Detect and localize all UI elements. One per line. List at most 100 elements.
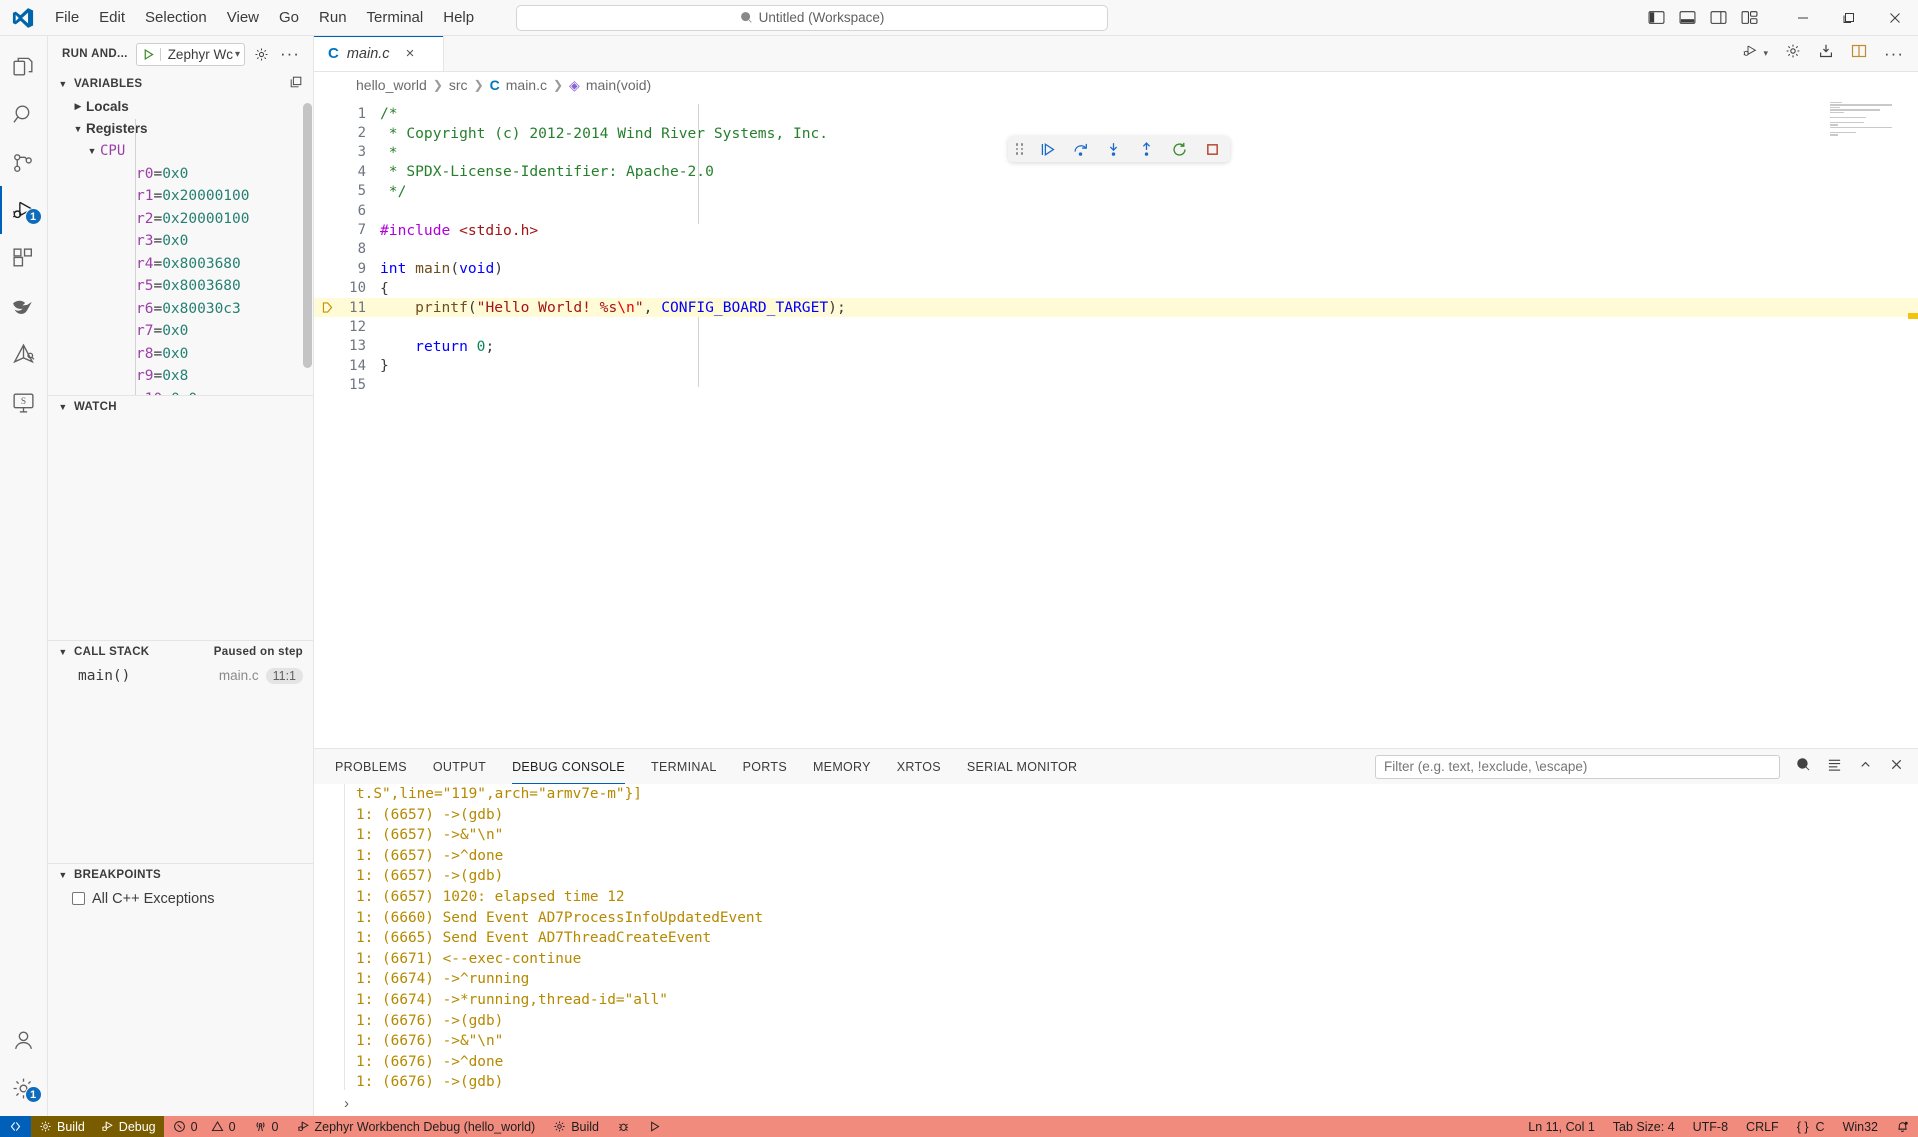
step-out-button[interactable] [1137,140,1156,159]
register-row[interactable]: r6 = 0x80030c3 [48,298,313,321]
command-center-search[interactable]: Untitled (Workspace) [516,5,1108,31]
variables-cpu-row[interactable]: ▼ CPU [48,140,313,163]
register-row[interactable]: r1 = 0x20000100 [48,185,313,208]
statusbar-tab-size[interactable]: Tab Size: 4 [1604,1116,1684,1137]
register-row[interactable]: r4 = 0x8003680 [48,253,313,276]
menu-run[interactable]: Run [310,6,356,29]
code-line[interactable]: 14} [314,356,1918,375]
code-line[interactable]: 7#include <stdio.h> [314,220,1918,239]
variables-tree[interactable]: ▶ Locals ▼ Registers ▼ CPU r0 = 0x0r1 = … [48,95,313,395]
breadcrumb-hello-world[interactable]: hello_world [356,77,427,93]
breakpoints-list[interactable]: All C++ Exceptions [48,886,313,911]
callstack-list[interactable]: main() main.c 11:1 [48,663,313,863]
split-editor-icon[interactable] [1851,43,1867,64]
panel-tab-debug-console[interactable]: DEBUG CONSOLE [499,749,638,784]
stop-button[interactable] [1203,140,1222,159]
launch-configuration-selector[interactable]: Zephyr Wc ▾ [136,43,245,66]
register-row[interactable]: r7 = 0x0 [48,320,313,343]
menu-go[interactable]: Go [270,6,308,29]
layout-controls[interactable] [1648,9,1758,26]
watch-list[interactable] [48,418,313,640]
clear-console-icon[interactable] [1827,757,1842,777]
remote-window-button[interactable] [0,1116,31,1137]
step-into-button[interactable] [1104,140,1123,159]
status-bar[interactable]: Build Debug 0 0 0 Zephyr Workbench Debug… [0,1116,1918,1137]
code-line[interactable]: 9int main(void) [314,259,1918,278]
panel-tab-terminal[interactable]: TERMINAL [638,749,730,784]
statusbar-run-button[interactable] [639,1116,670,1137]
section-variables-header[interactable]: ▼ VARIABLES [48,72,313,95]
panel-tabs[interactable]: PROBLEMS OUTPUT DEBUG CONSOLE TERMINAL P… [314,749,1918,784]
code-line[interactable]: 12 [314,317,1918,336]
activitybar-source-control[interactable] [0,138,48,186]
maximize-panel-icon[interactable] [1858,757,1873,777]
zephyr-build-debug-group[interactable]: Build Debug [31,1116,164,1137]
chevron-down-icon[interactable]: ▾ [1763,48,1768,59]
activitybar-run-and-debug[interactable]: 1 [0,186,48,234]
activitybar-extensions[interactable] [0,234,48,282]
code-text[interactable]: return 0; [380,338,494,355]
menu-view[interactable]: View [218,6,268,29]
activitybar-accounts[interactable] [0,1016,48,1064]
register-row[interactable]: r9 = 0x8 [48,365,313,388]
editor-tabs-bar[interactable]: C main.c × ▾ ··· [314,36,1918,72]
variables-scrollbar[interactable] [303,103,312,368]
editor-tab-main-c[interactable]: C main.c × [314,36,444,71]
debug-console-output[interactable]: t.S",line="119",arch="armv7e-m"}]1: (665… [314,784,1918,1090]
code-text[interactable]: * SPDX-License-Identifier: Apache-2.0 [380,163,714,180]
variables-locals-row[interactable]: ▶ Locals [48,95,313,118]
run-or-debug-icon[interactable] [1742,43,1758,64]
drag-handle-icon[interactable] [1016,143,1024,154]
code-text[interactable]: * Copyright (c) 2012-2014 Wind River Sys… [380,125,828,142]
code-line[interactable]: 15 [314,375,1918,394]
menu-file[interactable]: File [46,6,88,29]
breakpoint-row[interactable]: All C++ Exceptions [48,886,313,911]
breadcrumb[interactable]: hello_world ❯ src ❯ C main.c ❯ ◈ main(vo… [314,72,1918,98]
flash-download-icon[interactable] [1818,43,1834,64]
breadcrumb-src[interactable]: src [449,77,468,93]
menu-help[interactable]: Help [434,6,483,29]
code-line[interactable]: 8 [314,240,1918,259]
statusbar-language-mode[interactable]: { } C [1788,1116,1834,1137]
debug-toolbar[interactable] [1008,136,1230,162]
open-launch-json-button[interactable] [251,47,273,62]
statusbar-build-task[interactable]: Build [544,1116,608,1137]
code-text[interactable]: printf("Hello World! %s\n", CONFIG_BOARD… [380,299,846,316]
editor-actions[interactable]: ▾ ··· [1742,36,1918,71]
close-panel-icon[interactable] [1889,757,1904,777]
code-text[interactable]: #include <stdio.h> [380,222,538,239]
breadcrumb-main-c[interactable]: main.c [506,77,547,93]
minimap[interactable] [1830,102,1900,147]
statusbar-debug-bug[interactable] [608,1116,639,1137]
section-breakpoints-header[interactable]: ▼ BREAKPOINTS [48,863,313,886]
code-line[interactable]: 5 */ [314,182,1918,201]
statusbar-radio-tower[interactable]: 0 [245,1116,288,1137]
chevron-down-icon[interactable]: ▾ [235,49,244,60]
window-controls[interactable] [1780,0,1918,36]
register-row[interactable]: r2 = 0x20000100 [48,208,313,231]
menu-bar[interactable]: File Edit Selection View Go Run Terminal… [46,6,483,29]
start-debugging-button[interactable] [137,48,161,61]
code-line[interactable]: 6 [314,201,1918,220]
activitybar-explorer[interactable] [0,42,48,90]
code-text[interactable]: int main(void) [380,260,503,277]
code-line[interactable]: 1/* [314,104,1918,123]
register-row[interactable]: r5 = 0x8003680 [48,275,313,298]
statusbar-notifications[interactable] [1887,1116,1918,1137]
statusbar-debug-session[interactable]: Zephyr Workbench Debug (hello_world) [288,1116,545,1137]
code-text[interactable]: */ [380,183,406,200]
statusbar-cursor-position[interactable]: Ln 11, Col 1 [1519,1116,1603,1137]
continue-button[interactable] [1038,140,1057,159]
menu-edit[interactable]: Edit [90,6,134,29]
variables-registers-row[interactable]: ▼ Registers [48,118,313,141]
collapse-all-icon[interactable] [289,75,313,92]
restart-button[interactable] [1170,140,1189,159]
panel-tab-memory[interactable]: MEMORY [800,749,884,784]
execution-pointer-icon[interactable] [314,301,340,314]
panel-tab-problems[interactable]: PROBLEMS [322,749,420,784]
menu-selection[interactable]: Selection [136,6,216,29]
code-line[interactable]: 11 printf("Hello World! %s\n", CONFIG_BO… [314,298,1918,317]
activitybar-search[interactable] [0,90,48,138]
statusbar-encoding[interactable]: UTF-8 [1684,1116,1737,1137]
panel-actions[interactable] [1780,757,1918,777]
